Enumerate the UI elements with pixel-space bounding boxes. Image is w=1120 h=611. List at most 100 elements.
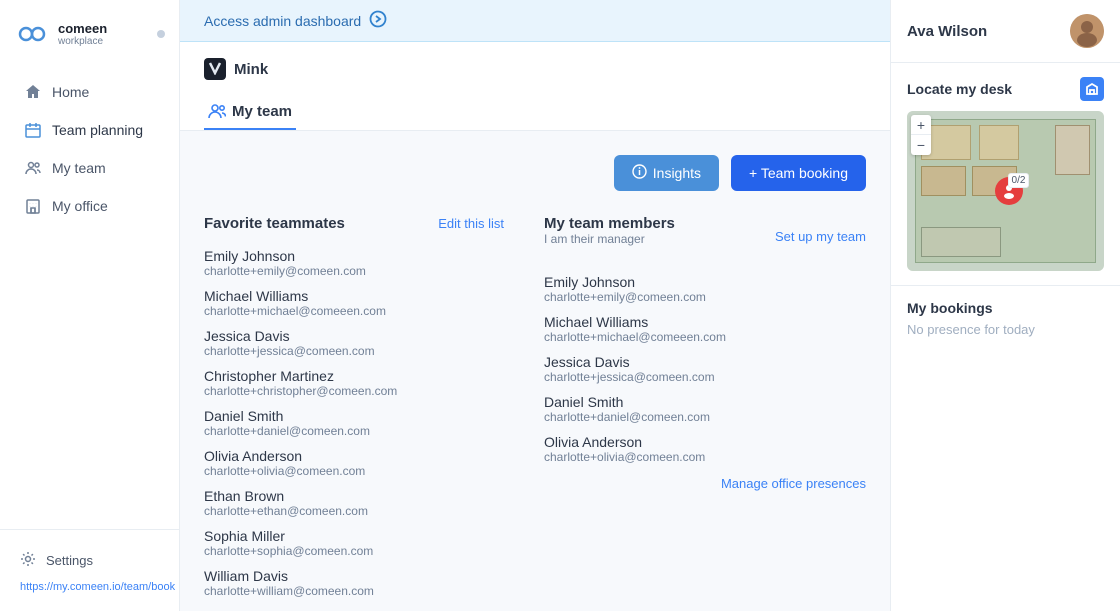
- sidebar-url: https://my.comeen.io/team/book: [8, 579, 171, 599]
- desk-marker: 0/2: [995, 177, 1023, 205]
- logo-area: comeen workplace: [0, 0, 179, 64]
- calendar-icon: [24, 121, 42, 139]
- team-member-item: Daniel Smith charlotte+daniel@comeen.com: [544, 394, 866, 424]
- favorites-title: Favorite teammates: [204, 215, 345, 232]
- sidebar-item-team-planning[interactable]: Team planning: [8, 112, 171, 148]
- main-content: Access admin dashboard Mink My: [180, 0, 890, 611]
- team-member-email: charlotte+michael@comeeen.com: [544, 330, 866, 344]
- favorite-member-item: Daniel Smith charlotte+daniel@comeen.com: [204, 408, 504, 438]
- map-zoom-out[interactable]: −: [911, 135, 931, 155]
- locate-title: Locate my desk: [907, 81, 1012, 97]
- sidebar-item-home[interactable]: Home: [8, 74, 171, 110]
- workspace-logo-letter: [208, 61, 222, 78]
- insights-icon: [632, 164, 647, 182]
- map-controls: + −: [911, 115, 931, 155]
- content-area: Insights + Team booking Favorite teammat…: [180, 131, 890, 611]
- users-icon: [24, 159, 42, 177]
- team-member-item: Olivia Anderson charlotte+olivia@comeen.…: [544, 434, 866, 464]
- team-member-item: Jessica Davis charlotte+jessica@comeen.c…: [544, 354, 866, 384]
- team-member-email: charlotte+emily@comeen.com: [544, 290, 866, 304]
- edit-list-link[interactable]: Edit this list: [438, 216, 504, 231]
- logo-dot: [157, 30, 165, 38]
- team-booking-button[interactable]: + Team booking: [731, 155, 866, 191]
- favorite-member-email: charlotte+olivia@comeen.com: [204, 464, 504, 478]
- home-icon: [24, 83, 42, 101]
- favorites-list: Emily Johnson charlotte+emily@comeen.com…: [204, 248, 504, 598]
- tab-my-team[interactable]: My team: [204, 92, 296, 130]
- favorite-member-name: Emily Johnson: [204, 248, 504, 264]
- insights-label: Insights: [653, 165, 701, 181]
- team-member-item: Emily Johnson charlotte+emily@comeen.com: [544, 274, 866, 304]
- settings-icon: [20, 551, 36, 570]
- favorite-member-name: William Davis: [204, 568, 504, 584]
- user-header: Ava Wilson: [891, 0, 1120, 63]
- locate-header: Locate my desk: [907, 77, 1104, 101]
- favorite-member-email: charlotte+emily@comeen.com: [204, 264, 504, 278]
- favorite-member-item: Christopher Martinez charlotte+christoph…: [204, 368, 504, 398]
- user-name: Ava Wilson: [907, 23, 987, 40]
- banner-arrow-icon: [369, 10, 387, 31]
- team-member-name: Emily Johnson: [544, 274, 866, 290]
- favorite-member-item: William Davis charlotte+william@comeen.c…: [204, 568, 504, 598]
- favorite-member-item: Emily Johnson charlotte+emily@comeen.com: [204, 248, 504, 278]
- favorite-member-email: charlotte+christopher@comeen.com: [204, 384, 504, 398]
- my-bookings-section: My bookings No presence for today: [891, 286, 1120, 351]
- team-member-email: charlotte+olivia@comeen.com: [544, 450, 866, 464]
- map-zoom-in[interactable]: +: [911, 115, 931, 135]
- page-tabs: My team: [204, 92, 866, 130]
- action-buttons: Insights + Team booking: [204, 155, 866, 191]
- setup-team-link[interactable]: Set up my team: [775, 229, 866, 244]
- expand-map-button[interactable]: [1080, 77, 1104, 101]
- team-member-email: charlotte+jessica@comeen.com: [544, 370, 866, 384]
- favorite-member-email: charlotte+sophia@comeen.com: [204, 544, 504, 558]
- workspace-logo: [204, 58, 226, 80]
- manage-office-presences-link[interactable]: Manage office presences: [544, 476, 866, 491]
- favorites-column: Favorite teammates Edit this list Emily …: [204, 215, 504, 608]
- marker-badge: 0/2: [1008, 173, 1030, 188]
- favorite-member-name: Sophia Miller: [204, 528, 504, 544]
- sidebar-item-label-my-team: My team: [52, 160, 106, 176]
- logo-text: comeen: [58, 21, 107, 36]
- favorites-header: Favorite teammates Edit this list: [204, 215, 504, 232]
- favorite-member-item: Olivia Anderson charlotte+olivia@comeen.…: [204, 448, 504, 478]
- admin-banner[interactable]: Access admin dashboard: [180, 0, 890, 42]
- team-title: My team members: [544, 215, 675, 232]
- sidebar-item-label-team-planning: Team planning: [52, 122, 143, 138]
- right-panel: Ava Wilson Locate my desk: [890, 0, 1120, 611]
- workspace-name-row: Mink: [204, 58, 866, 80]
- comeen-logo: [14, 16, 50, 52]
- floor-map: + − 0/2: [907, 111, 1104, 271]
- favorite-member-name: Daniel Smith: [204, 408, 504, 424]
- logo-sub: workplace: [58, 36, 107, 47]
- settings-item[interactable]: Settings: [8, 542, 171, 579]
- sidebar-bottom: Settings https://my.comeen.io/team/book: [0, 529, 179, 611]
- team-member-name: Jessica Davis: [544, 354, 866, 370]
- user-avatar: [1070, 14, 1104, 48]
- team-header: My team members I am their manager Set u…: [544, 215, 866, 258]
- favorite-member-name: Christopher Martinez: [204, 368, 504, 384]
- sidebar-item-my-team[interactable]: My team: [8, 150, 171, 186]
- team-subtitle: I am their manager: [544, 232, 675, 246]
- insights-button[interactable]: Insights: [614, 155, 719, 191]
- favorite-member-item: Sophia Miller charlotte+sophia@comeen.co…: [204, 528, 504, 558]
- locate-desk-section: Locate my desk + −: [891, 63, 1120, 286]
- sidebar-item-my-office[interactable]: My office: [8, 188, 171, 224]
- team-member-name: Olivia Anderson: [544, 434, 866, 450]
- team-member-name: Michael Williams: [544, 314, 866, 330]
- team-column: My team members I am their manager Set u…: [544, 215, 866, 608]
- favorite-member-item: Michael Williams charlotte+michael@comee…: [204, 288, 504, 318]
- workspace-header: Mink My team: [180, 42, 890, 131]
- favorite-member-email: charlotte+william@comeen.com: [204, 584, 504, 598]
- sidebar-item-label-home: Home: [52, 84, 89, 100]
- favorite-member-email: charlotte+jessica@comeen.com: [204, 344, 504, 358]
- team-booking-label: + Team booking: [749, 165, 848, 181]
- two-columns: Favorite teammates Edit this list Emily …: [204, 215, 866, 608]
- sidebar: comeen workplace Home Team planning My t…: [0, 0, 180, 611]
- favorite-member-email: charlotte+ethan@comeen.com: [204, 504, 504, 518]
- team-members-list: Emily Johnson charlotte+emily@comeen.com…: [544, 274, 866, 464]
- favorite-member-name: Michael Williams: [204, 288, 504, 304]
- team-member-item: Michael Williams charlotte+michael@comee…: [544, 314, 866, 344]
- favorite-member-item: Ethan Brown charlotte+ethan@comeen.com: [204, 488, 504, 518]
- sidebar-item-label-my-office: My office: [52, 198, 108, 214]
- tab-team-icon: [208, 102, 226, 120]
